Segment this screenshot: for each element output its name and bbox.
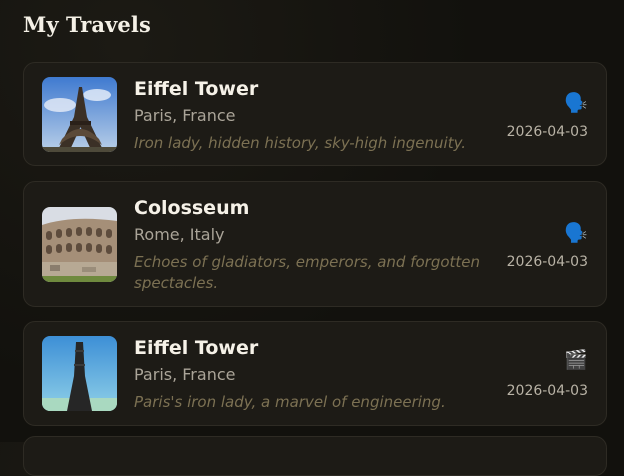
page-title: My Travels (23, 12, 151, 37)
travel-entry-card[interactable] (23, 436, 607, 476)
place-quote: Echoes of gladiators, emperors, and forg… (134, 253, 481, 292)
colosseum-photo (42, 207, 117, 282)
place-location: Paris, France (134, 365, 236, 384)
eiffel-tower-photo (42, 77, 117, 152)
travel-entry-card[interactable]: Eiffel Tower Paris, France Paris's iron … (23, 321, 607, 426)
place-name: Colosseum (134, 197, 250, 219)
place-name: Eiffel Tower (134, 337, 259, 359)
entry-date: 2026-04-03 (506, 254, 588, 270)
place-quote: Iron lady, hidden history, sky-high inge… (134, 134, 467, 152)
place-location: Rome, Italy (134, 225, 225, 244)
eiffel-tower-illustration (42, 336, 117, 411)
entry-date: 2026-04-03 (506, 383, 588, 399)
travel-entry-card[interactable]: Colosseum Rome, Italy Echoes of gladiato… (23, 181, 607, 307)
speaking-head-icon[interactable]: 🗣️ (564, 223, 588, 243)
speaking-head-icon[interactable]: 🗣️ (564, 93, 588, 113)
place-name: Eiffel Tower (134, 78, 259, 100)
clapper-board-icon[interactable]: 🎬 (564, 350, 588, 370)
entry-date: 2026-04-03 (506, 124, 588, 140)
place-location: Paris, France (134, 106, 236, 125)
travel-entry-card[interactable]: Eiffel Tower Paris, France Iron lady, hi… (23, 62, 607, 166)
place-quote: Paris's iron lady, a marvel of engineeri… (134, 393, 446, 411)
travels-page: My Travels Eiffel Tower Paris, France Ir… (0, 0, 624, 476)
